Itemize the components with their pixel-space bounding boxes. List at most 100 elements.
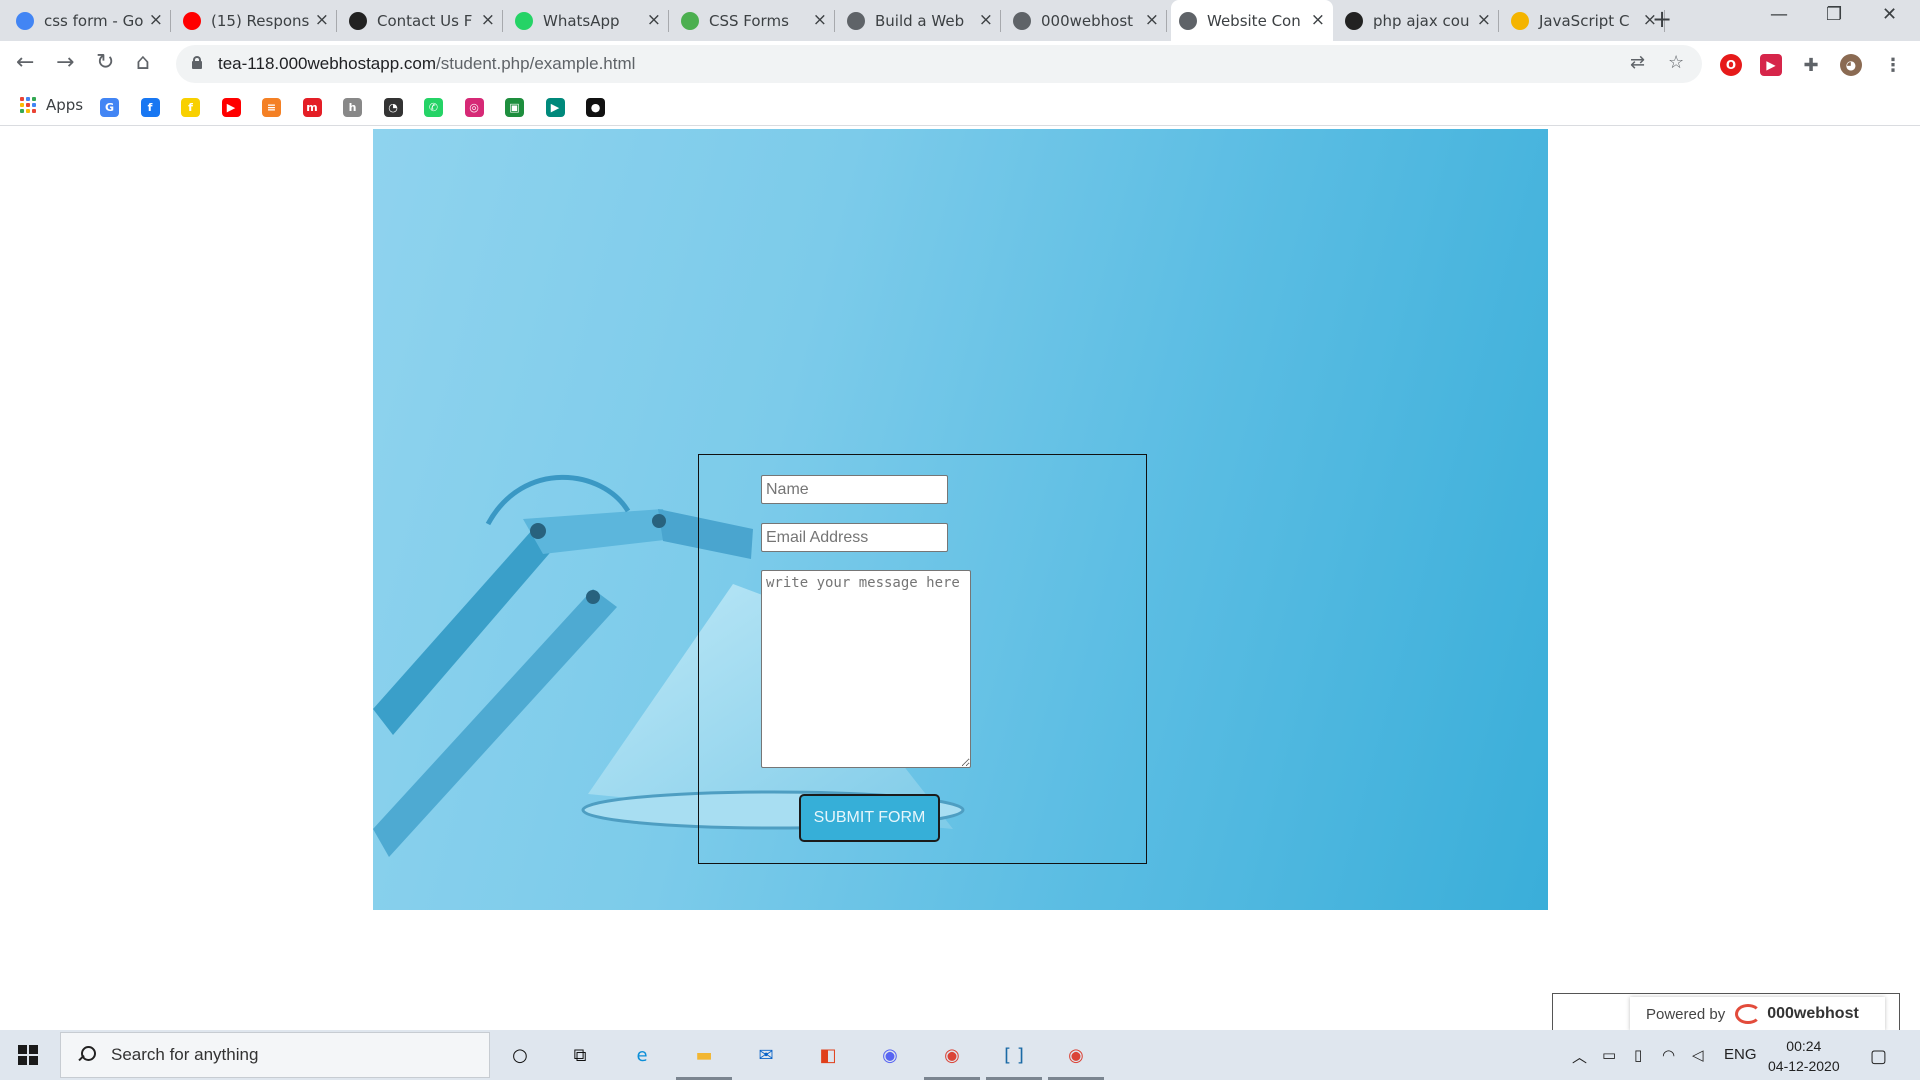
windows-taskbar: Search for anything ︿ ▭ ▯ ◠ ◁ ENG 00:24 … — [0, 1030, 1920, 1080]
message-textarea[interactable] — [761, 570, 971, 768]
tab-separator — [668, 10, 669, 32]
notifications-icon[interactable]: ▢ — [1870, 1046, 1887, 1067]
tab-separator — [170, 10, 171, 32]
menu-kebab-icon[interactable]: ⋮ — [1882, 54, 1904, 76]
tab-label: WhatsApp — [543, 11, 620, 30]
tab-separator — [1166, 10, 1167, 32]
myntra-icon[interactable]: m — [302, 98, 322, 117]
tab-label: CSS Forms — [709, 11, 789, 30]
brackets-icon[interactable]: [ ] — [998, 1039, 1030, 1071]
tab-separator — [502, 10, 503, 32]
hackerrank-icon[interactable]: h — [343, 98, 362, 117]
bookmark-star-icon[interactable]: ☆ — [1668, 52, 1684, 73]
browser-tab[interactable]: (15) Respons × — [175, 0, 337, 41]
browser-tab[interactable]: JavaScript C × — [1503, 0, 1665, 41]
google-icon — [16, 12, 34, 30]
browser-tab[interactable]: Contact Us F × — [341, 0, 503, 41]
new-tab-button[interactable]: + — [1652, 5, 1672, 33]
name-input[interactable] — [761, 475, 948, 504]
meet-icon[interactable]: ▶ — [545, 98, 565, 117]
browser-tab[interactable]: php ajax cou × — [1337, 0, 1499, 41]
globe-icon — [1013, 12, 1031, 30]
youtube-icon — [183, 12, 201, 30]
tab-separator — [1000, 10, 1001, 32]
powered-by-badge[interactable]: Powered by 000webhost — [1630, 997, 1885, 1031]
submit-button[interactable]: SUBMIT FORM — [799, 794, 940, 842]
cloud-icon — [1511, 12, 1529, 30]
page-content: SUBMIT FORM — [0, 127, 1920, 1033]
powered-by-brand: 000webhost — [1767, 1005, 1859, 1022]
minimize-button[interactable]: — — [1770, 4, 1788, 25]
tab-close-icon[interactable]: × — [1477, 11, 1491, 29]
edge-icon[interactable]: e — [626, 1039, 658, 1071]
browser-tab[interactable]: 000webhost × — [1005, 0, 1167, 41]
tab-close-icon[interactable]: × — [979, 11, 993, 29]
tab-separator — [336, 10, 337, 32]
back-icon[interactable]: ← — [16, 50, 34, 75]
taskbar-search[interactable]: Search for anything — [60, 1032, 490, 1078]
google-icon[interactable]: G — [100, 98, 119, 117]
github-icon[interactable]: ● — [586, 98, 605, 117]
tab-close-icon[interactable]: × — [1311, 11, 1325, 29]
forward-icon[interactable]: → — [56, 50, 74, 75]
close-window-button[interactable]: ✕ — [1882, 4, 1897, 25]
browser-tab[interactable]: Website Con × — [1171, 0, 1333, 41]
extensions-puzzle-icon[interactable]: ✚ — [1800, 54, 1822, 76]
url-text[interactable]: tea-118.000webhostapp.com/student.php/ex… — [218, 54, 635, 74]
volume-icon[interactable]: ◁ — [1692, 1046, 1704, 1064]
powered-by-prefix: Powered by — [1646, 1005, 1726, 1023]
whatsapp-icon[interactable]: ✆ — [424, 98, 443, 117]
instagram-icon[interactable]: ◎ — [464, 98, 484, 117]
tray-chevron-icon[interactable]: ︿ — [1572, 1046, 1587, 1067]
browser-tab[interactable]: WhatsApp × — [507, 0, 669, 41]
task-view-icon[interactable]: ⧉ — [564, 1039, 596, 1071]
browser-tab[interactable]: CSS Forms × — [673, 0, 835, 41]
facebook-icon[interactable]: f — [140, 98, 160, 117]
tab-close-icon[interactable]: × — [1145, 11, 1159, 29]
tab-close-icon[interactable]: × — [813, 11, 827, 29]
bookmarks-bar: Apps Gf f ▶ ≡ m h ◔ ✆ ◎ ▣ ▶ ● — [0, 88, 1920, 126]
device-icon[interactable]: ▯ — [1634, 1046, 1642, 1064]
system-clock[interactable]: 00:24 04-12-2020 — [1768, 1036, 1840, 1076]
chrome-alt-icon[interactable]: ◉ — [1060, 1039, 1092, 1071]
file-explorer-icon[interactable]: ▬ — [688, 1039, 720, 1071]
apps-grid-icon — [20, 97, 36, 113]
reload-icon[interactable]: ↻ — [96, 50, 114, 75]
language-indicator[interactable]: ENG — [1724, 1046, 1757, 1063]
translate-icon[interactable]: ⇄ — [1630, 52, 1645, 73]
windows-start-icon[interactable] — [18, 1045, 38, 1065]
address-bar[interactable]: tea-118.000webhostapp.com/student.php/ex… — [176, 45, 1702, 83]
tab-close-icon[interactable]: × — [481, 11, 495, 29]
wifi-icon[interactable]: ◠ — [1662, 1046, 1675, 1064]
tab-label: Build a Web — [875, 11, 965, 30]
tab-close-icon[interactable]: × — [149, 11, 163, 29]
flipkart-icon[interactable]: f — [181, 98, 200, 117]
battery-icon[interactable]: ▭ — [1602, 1046, 1616, 1064]
browser-tab[interactable]: Build a Web × — [839, 0, 1001, 41]
discord-icon[interactable]: ◉ — [874, 1039, 906, 1071]
stack-icon[interactable]: ≡ — [262, 98, 281, 117]
lock-icon[interactable] — [192, 56, 202, 69]
tab-separator — [834, 10, 835, 32]
browser-tab[interactable]: css form - Go × — [8, 0, 171, 41]
recorder-extension-icon[interactable]: ▶ — [1760, 54, 1782, 76]
mail-icon[interactable]: ✉ — [750, 1039, 782, 1071]
tab-close-icon[interactable]: × — [315, 11, 329, 29]
apps-label: Apps — [46, 96, 84, 114]
maximize-button[interactable]: ❐ — [1826, 4, 1842, 25]
speed-icon[interactable]: ◔ — [383, 98, 403, 117]
email-input[interactable] — [761, 523, 948, 552]
cortana-icon[interactable]: ○ — [504, 1039, 536, 1071]
tab-separator — [1498, 10, 1499, 32]
codepen-icon — [349, 12, 367, 30]
opera-extension-icon[interactable]: O — [1720, 54, 1742, 76]
home-icon[interactable]: ⌂ — [136, 50, 150, 75]
office-icon[interactable]: ◧ — [812, 1039, 844, 1071]
youtube-icon[interactable]: ▶ — [221, 98, 241, 117]
chrome-icon[interactable]: ◉ — [936, 1039, 968, 1071]
apps-shortcut[interactable]: Apps — [20, 96, 83, 114]
tab-close-icon[interactable]: × — [647, 11, 661, 29]
profile-avatar[interactable]: ◕ — [1840, 54, 1862, 76]
classroom-icon[interactable]: ▣ — [505, 98, 524, 117]
tab-label: php ajax cou — [1373, 11, 1470, 30]
